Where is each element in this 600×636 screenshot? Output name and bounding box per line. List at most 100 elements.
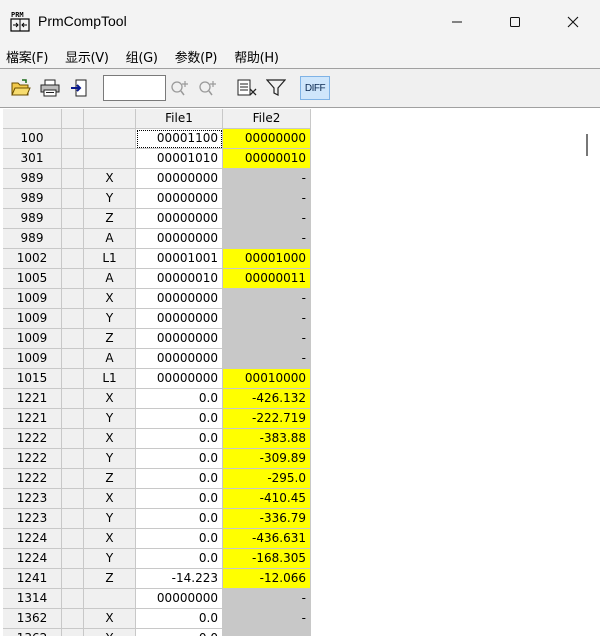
table-row[interactable]: 1362 Y0.0- <box>3 629 311 636</box>
file2-value-cell[interactable]: -383.88 <box>223 429 311 449</box>
file1-value-cell[interactable]: 0.0 <box>136 489 223 509</box>
param-number-cell[interactable]: 1009 <box>3 329 62 349</box>
file2-value-cell[interactable]: -12.066 <box>223 569 311 589</box>
file2-value-cell[interactable]: - <box>223 289 311 309</box>
axis-cell[interactable]: X <box>84 289 136 309</box>
table-row[interactable]: 1241 Z -14.223 -12.066 <box>3 569 311 589</box>
file1-value-cell[interactable]: 0.0 <box>136 629 223 636</box>
axis-cell[interactable]: Y <box>84 449 136 469</box>
flag-cell[interactable] <box>62 249 84 269</box>
file2-value-cell[interactable]: -168.305 <box>223 549 311 569</box>
param-number-cell[interactable]: 1314 <box>3 589 62 609</box>
file1-value-cell[interactable]: 00000000 <box>136 289 223 309</box>
file1-value-cell[interactable]: 0.0 <box>136 609 223 629</box>
flag-cell[interactable] <box>62 629 84 636</box>
header-file2[interactable]: File2 <box>223 109 311 129</box>
file1-value-cell[interactable]: 00000000 <box>136 189 223 209</box>
file1-value-cell[interactable]: 00000010 <box>136 269 223 289</box>
list-view-icon[interactable] <box>236 77 258 99</box>
table-row[interactable]: 1223 Y 0.0 -336.79 <box>3 509 311 529</box>
find-prev-icon[interactable] <box>197 77 219 99</box>
flag-cell[interactable] <box>62 389 84 409</box>
file1-value-cell[interactable]: 00000000 <box>136 209 223 229</box>
flag-cell[interactable] <box>62 269 84 289</box>
file1-value-cell[interactable]: 00000000 <box>136 309 223 329</box>
file1-value-cell[interactable]: 00001010 <box>136 149 223 169</box>
file2-value-cell[interactable]: - <box>223 229 311 249</box>
param-number-cell[interactable]: 1221 <box>3 389 62 409</box>
axis-cell[interactable]: L1 <box>84 369 136 389</box>
axis-cell[interactable]: Z <box>84 569 136 589</box>
table-row[interactable]: 1015 L1 00000000 00010000 <box>3 369 311 389</box>
axis-cell[interactable]: Z <box>84 329 136 349</box>
menu-parameter[interactable]: 参数(P) <box>175 47 218 66</box>
param-number-cell[interactable]: 1362 <box>3 609 62 629</box>
flag-cell[interactable] <box>62 369 84 389</box>
param-number-cell[interactable]: 1009 <box>3 289 62 309</box>
file2-value-cell[interactable]: 00010000 <box>223 369 311 389</box>
file2-value-cell[interactable]: -410.45 <box>223 489 311 509</box>
param-number-cell[interactable]: 989 <box>3 169 62 189</box>
axis-cell[interactable]: X <box>84 429 136 449</box>
header-axis[interactable] <box>84 109 136 129</box>
param-number-cell[interactable]: 1224 <box>3 529 62 549</box>
axis-cell[interactable] <box>84 589 136 609</box>
axis-cell[interactable]: X <box>84 489 136 509</box>
header-number[interactable] <box>3 109 62 129</box>
flag-cell[interactable] <box>62 469 84 489</box>
file1-value-cell[interactable]: 00000000 <box>136 329 223 349</box>
menu-group[interactable]: 组(G) <box>126 47 158 66</box>
table-row[interactable]: 989 A 00000000- <box>3 229 311 249</box>
table-row[interactable]: 1221 X 0.0 -426.132 <box>3 389 311 409</box>
flag-cell[interactable] <box>62 449 84 469</box>
file1-value-cell[interactable]: 00000000 <box>136 349 223 369</box>
file2-value-cell[interactable]: - <box>223 209 311 229</box>
import-icon[interactable] <box>68 77 90 99</box>
file2-value-cell[interactable]: -222.719 <box>223 409 311 429</box>
table-row[interactable]: 1222 Y 0.0 -309.89 <box>3 449 311 469</box>
diff-button[interactable]: DIFF <box>300 76 330 100</box>
flag-cell[interactable] <box>62 329 84 349</box>
flag-cell[interactable] <box>62 489 84 509</box>
file1-value-cell[interactable]: 00000000 <box>136 229 223 249</box>
filter-icon[interactable] <box>265 77 287 99</box>
vertical-scrollbar[interactable] <box>579 128 595 636</box>
axis-cell[interactable]: X <box>84 389 136 409</box>
table-row[interactable]: 1362 X 0.0- <box>3 609 311 629</box>
table-row[interactable]: 1222 Z 0.0 -295.0 <box>3 469 311 489</box>
axis-cell[interactable]: Y <box>84 509 136 529</box>
param-number-cell[interactable]: 1015 <box>3 369 62 389</box>
file2-value-cell[interactable]: - <box>223 169 311 189</box>
file1-value-cell[interactable]: 0.0 <box>136 389 223 409</box>
axis-cell[interactable]: X <box>84 169 136 189</box>
flag-cell[interactable] <box>62 149 84 169</box>
table-row[interactable]: 989 Z 00000000- <box>3 209 311 229</box>
axis-cell[interactable]: L1 <box>84 249 136 269</box>
axis-cell[interactable] <box>84 129 136 149</box>
param-number-cell[interactable]: 1009 <box>3 309 62 329</box>
file1-value-cell[interactable]: 0.0 <box>136 509 223 529</box>
file1-value-cell[interactable]: 0.0 <box>136 529 223 549</box>
axis-cell[interactable]: X <box>84 609 136 629</box>
axis-cell[interactable]: A <box>84 269 136 289</box>
param-number-cell[interactable]: 1223 <box>3 509 62 529</box>
close-button[interactable] <box>544 0 600 44</box>
file2-value-cell[interactable]: - <box>223 309 311 329</box>
file2-value-cell[interactable]: -426.132 <box>223 389 311 409</box>
param-number-cell[interactable]: 1222 <box>3 469 62 489</box>
axis-cell[interactable]: Y <box>84 409 136 429</box>
file1-value-cell[interactable]: 0.0 <box>136 549 223 569</box>
param-number-cell[interactable]: 989 <box>3 209 62 229</box>
file2-value-cell[interactable]: - <box>223 329 311 349</box>
table-row[interactable]: 1009 Z 00000000- <box>3 329 311 349</box>
file1-value-cell[interactable]: 0.0 <box>136 449 223 469</box>
file2-value-cell[interactable]: 00000000 <box>223 129 311 149</box>
param-number-cell[interactable]: 1221 <box>3 409 62 429</box>
flag-cell[interactable] <box>62 529 84 549</box>
table-row[interactable]: 100 00001100 00000000 <box>3 129 311 149</box>
file2-value-cell[interactable]: - <box>223 589 311 609</box>
axis-cell[interactable]: Y <box>84 309 136 329</box>
table-row[interactable]: 989 X 00000000- <box>3 169 311 189</box>
minimize-button[interactable] <box>428 0 486 44</box>
header-file1[interactable]: File1 <box>136 109 223 129</box>
